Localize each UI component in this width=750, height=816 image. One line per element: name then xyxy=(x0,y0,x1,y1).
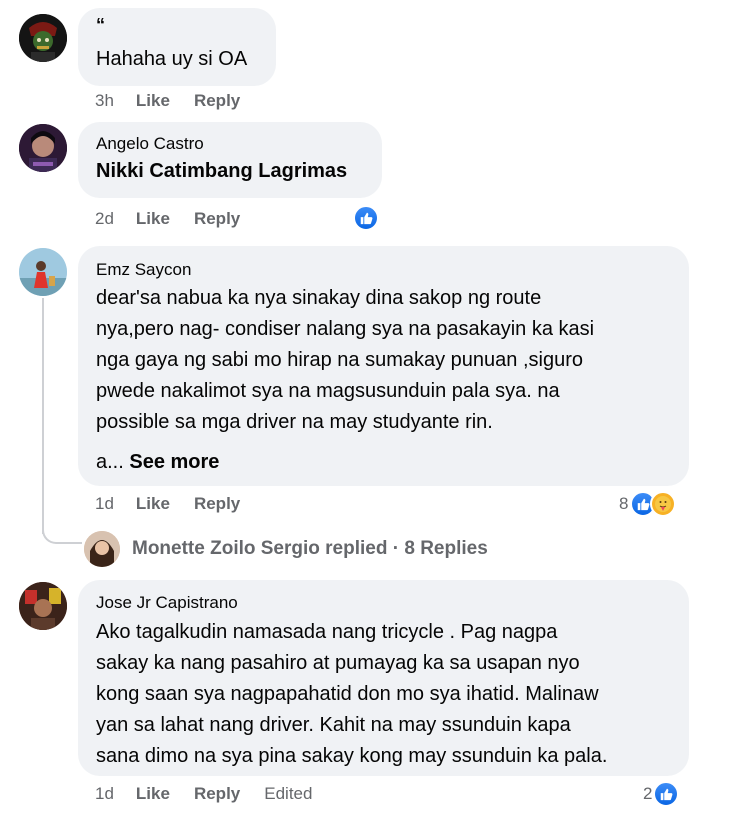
comment-text-line: pwede nakalimot sya na magsusunduin pala… xyxy=(96,380,560,402)
comment-text-line: sana dimo na sya pina sakay kong may ssu… xyxy=(96,745,608,767)
reply-button[interactable]: Reply xyxy=(194,784,240,804)
avatar-image xyxy=(19,582,67,630)
comment-text-line: sakay ka nang pasahiro at pumayag ka sa … xyxy=(96,652,580,674)
comment-text: Hahaha uy si OA xyxy=(96,48,248,70)
thread-line xyxy=(42,298,44,534)
comment-text-line: yan sa lahat nang driver. Kahit na may s… xyxy=(96,714,571,736)
see-more-line: a... See more xyxy=(96,447,671,478)
reaction-count: 8 xyxy=(619,494,629,513)
comment-text-line: nya,pero nag- condiser nalang sya na pas… xyxy=(96,318,595,340)
comment-text-line: possible sa mga driver na may studyante … xyxy=(96,411,493,433)
comment-timestamp[interactable]: 2d xyxy=(95,209,114,229)
like-reaction-icon xyxy=(653,781,680,807)
commenter-avatar[interactable] xyxy=(19,582,67,630)
comment-bubble: Emz Saycon dear'sa nabua ka nya sinakay … xyxy=(78,246,689,486)
comment-author[interactable]: Emz Saycon xyxy=(96,259,671,281)
reaction-summary[interactable] xyxy=(353,205,379,231)
comment-actions: 3h Like Reply xyxy=(95,91,264,111)
reply-button[interactable]: Reply xyxy=(194,494,240,514)
comment-author[interactable]: Angelo Castro xyxy=(96,133,364,155)
thread-connector xyxy=(42,520,82,544)
reaction-count: 2 xyxy=(643,784,653,803)
avatar-image xyxy=(19,124,67,172)
comment-text-line: kong saan sya nagpapahatid don mo sya ih… xyxy=(96,683,599,705)
replier-avatar xyxy=(84,531,120,567)
like-button[interactable]: Like xyxy=(136,494,170,514)
edited-label[interactable]: Edited xyxy=(264,784,312,804)
reply-button[interactable]: Reply xyxy=(194,209,240,229)
comment-timestamp[interactable]: 1d xyxy=(95,494,114,514)
commenter-avatar[interactable] xyxy=(19,14,67,62)
comment-actions: 1d Like Reply xyxy=(95,494,264,514)
like-button[interactable]: Like xyxy=(136,209,170,229)
care-reaction-icon xyxy=(650,491,677,517)
comment-timestamp[interactable]: 1d xyxy=(95,784,114,804)
comment-text-line: Ako tagalkudin namasada nang tricycle . … xyxy=(96,621,558,643)
comment-text-line: nga gaya ng sabi mo hirap na sumakay pun… xyxy=(96,349,583,371)
reaction-summary[interactable]: 2 xyxy=(643,781,680,807)
view-replies-link[interactable]: Monette Zoilo Sergio replied · 8 Replies xyxy=(84,531,488,567)
like-button[interactable]: Like xyxy=(136,784,170,804)
comment-actions: 1d Like Reply Edited xyxy=(95,784,312,804)
commenter-avatar[interactable] xyxy=(19,124,67,172)
like-reaction-icon xyxy=(353,205,379,231)
comment-bubble: “ Hahaha uy si OA xyxy=(78,8,276,86)
comment-author[interactable]: Jose Jr Capistrano xyxy=(96,592,671,614)
comment-actions: 2d Like Reply xyxy=(95,209,264,229)
avatar-image xyxy=(19,14,67,62)
comment-text-line: dear'sa nabua ka nya sinakay dina sakop … xyxy=(96,287,542,309)
like-button[interactable]: Like xyxy=(136,91,170,111)
avatar-image xyxy=(84,531,120,567)
see-more-link[interactable]: See more xyxy=(129,451,219,473)
avatar-image xyxy=(19,248,67,296)
tagged-name[interactable]: Nikki Catimbang Lagrimas xyxy=(96,157,364,185)
reply-button[interactable]: Reply xyxy=(194,91,240,111)
comment-bubble: Jose Jr Capistrano Ako tagalkudin namasa… xyxy=(78,580,689,776)
replies-summary[interactable]: Monette Zoilo Sergio replied · 8 Replies xyxy=(132,538,488,560)
comment-timestamp[interactable]: 3h xyxy=(95,91,114,111)
truncated-text: a... xyxy=(96,451,124,473)
comment-bubble: Angelo Castro Nikki Catimbang Lagrimas xyxy=(78,122,382,198)
reaction-summary[interactable]: 8 xyxy=(619,491,677,517)
commenter-avatar[interactable] xyxy=(19,248,67,296)
comment-author[interactable]: “ xyxy=(96,16,258,34)
